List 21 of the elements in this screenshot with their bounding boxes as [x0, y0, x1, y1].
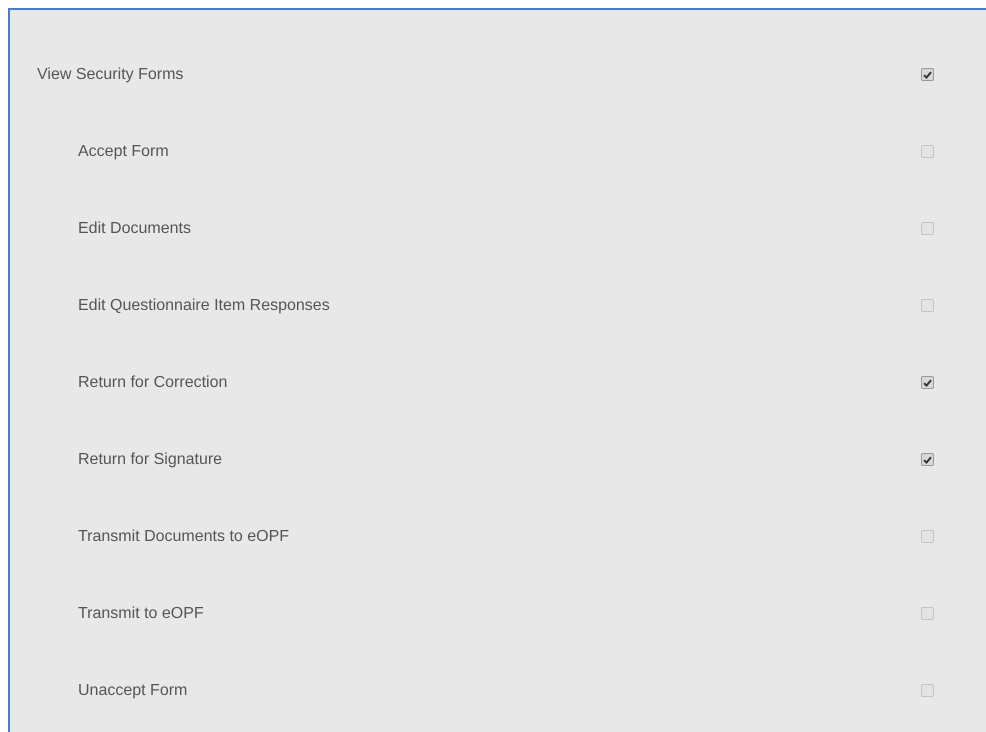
checkbox[interactable]: [921, 453, 934, 466]
checkbox[interactable]: [921, 684, 934, 697]
permission-label: Return for Signature: [78, 450, 222, 470]
checkmark-icon: [923, 378, 932, 386]
checkbox[interactable]: [921, 607, 934, 620]
permission-label: View Security Forms: [37, 64, 184, 84]
checkbox[interactable]: [921, 376, 934, 389]
permission-label: Accept Form: [78, 142, 169, 162]
permission-label: Edit Questionnaire Item Responses: [78, 296, 330, 316]
permission-label: Return for Correction: [78, 372, 228, 392]
permission-label: Transmit Documents to eOPF: [78, 526, 290, 546]
checkbox[interactable]: [921, 222, 934, 235]
permission-label: Transmit to eOPF: [78, 604, 204, 624]
permission-label: Unaccept Form: [78, 680, 188, 700]
checkbox[interactable]: [921, 299, 934, 312]
checkbox[interactable]: [921, 145, 934, 158]
permission-label: Edit Documents: [78, 218, 191, 238]
checkmark-icon: [923, 70, 932, 78]
checkbox[interactable]: [921, 530, 934, 543]
checkmark-icon: [923, 456, 932, 464]
checkbox[interactable]: [921, 68, 934, 81]
